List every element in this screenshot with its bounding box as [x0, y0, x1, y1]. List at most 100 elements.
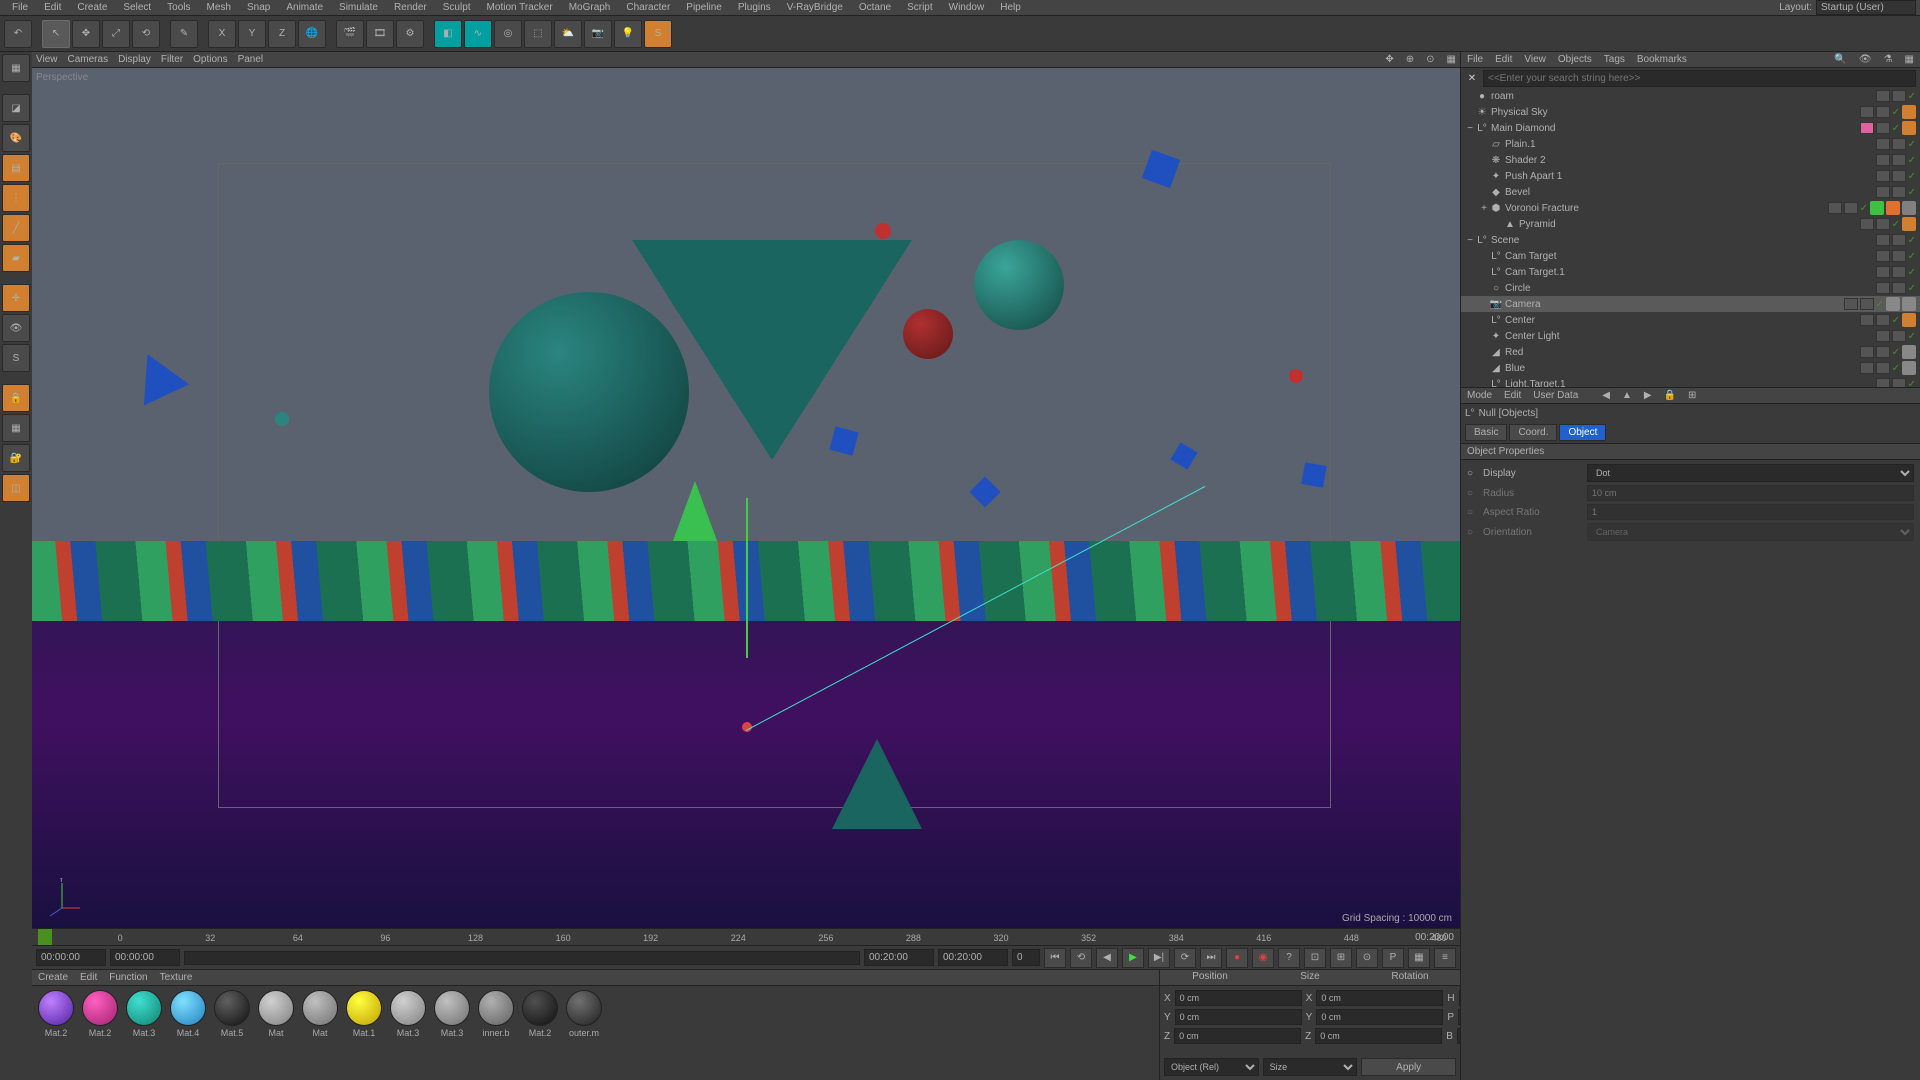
attr-tab-coord[interactable]: Coord. [1509, 424, 1557, 441]
render-toggle[interactable] [1892, 90, 1906, 102]
axis-mode[interactable]: ✛ [2, 284, 30, 312]
attr-back-icon[interactable]: ◀ [1602, 390, 1610, 401]
recent-tool[interactable]: ✎ [170, 20, 198, 48]
viewport-layout-icon[interactable]: ▦ [1447, 54, 1456, 65]
material-menu-edit[interactable]: Edit [80, 972, 97, 983]
render-toggle[interactable] [1892, 266, 1906, 278]
om-menu-view[interactable]: View [1524, 54, 1546, 65]
menu-edit[interactable]: Edit [36, 2, 69, 13]
object-tag-icon[interactable] [1902, 345, 1916, 359]
viewport[interactable]: Perspective [32, 68, 1460, 928]
render-toggle[interactable] [1876, 314, 1890, 326]
tree-row[interactable]: ◢Red✓ [1461, 344, 1920, 360]
anim-dot-icon[interactable]: ○ [1467, 507, 1479, 518]
menu-simulate[interactable]: Simulate [331, 2, 386, 13]
pos-y-field[interactable] [1175, 1009, 1302, 1025]
select-tool[interactable]: ↖ [42, 20, 70, 48]
menu-mesh[interactable]: Mesh [199, 2, 239, 13]
step-fwd-key-button[interactable]: ⟳ [1174, 948, 1196, 968]
visibility-toggle[interactable] [1876, 138, 1890, 150]
material-item[interactable]: Mat [300, 990, 340, 1038]
enable-check-icon[interactable]: ✓ [1892, 123, 1900, 134]
object-tag-icon[interactable] [1902, 201, 1916, 215]
om-menu-file[interactable]: File [1467, 54, 1483, 65]
anim-dot-icon[interactable]: ○ [1467, 468, 1479, 479]
object-tag-icon[interactable] [1902, 105, 1916, 119]
object-tag-icon[interactable] [1886, 297, 1900, 311]
attr-tab-basic[interactable]: Basic [1465, 424, 1507, 441]
anim-dot-icon[interactable]: ○ [1467, 488, 1479, 499]
enable-check-icon[interactable]: ✓ [1892, 315, 1900, 326]
material-item[interactable]: outer.m [564, 990, 604, 1038]
locked-mode[interactable]: 🔐 [2, 444, 30, 472]
axis-y-lock[interactable]: Y [238, 20, 266, 48]
add-deformer[interactable]: ⬚ [524, 20, 552, 48]
viewport-pan-icon[interactable]: ⊕ [1406, 54, 1414, 65]
menu-help[interactable]: Help [992, 2, 1029, 13]
add-cube[interactable]: ◧ [434, 20, 462, 48]
visibility-toggle[interactable] [1860, 362, 1874, 374]
tree-row[interactable]: ●roam✓ [1461, 88, 1920, 104]
make-editable[interactable]: ▦ [2, 54, 30, 82]
tree-expand-icon[interactable]: − [1465, 123, 1475, 134]
step-back-key-button[interactable]: ⟲ [1070, 948, 1092, 968]
attr-new-icon[interactable]: ⊞ [1688, 390, 1696, 401]
material-item[interactable]: Mat.2 [36, 990, 76, 1038]
object-name[interactable]: Center Light [1505, 331, 1874, 342]
tree-row[interactable]: −L°Scene✓ [1461, 232, 1920, 248]
material-item[interactable]: inner.b [476, 990, 516, 1038]
menu-window[interactable]: Window [941, 2, 993, 13]
step-fwd-button[interactable]: ▶| [1148, 948, 1170, 968]
object-tag-icon[interactable] [1886, 201, 1900, 215]
om-menu-bookmarks[interactable]: Bookmarks [1637, 54, 1687, 65]
menu-pipeline[interactable]: Pipeline [678, 2, 730, 13]
tree-row[interactable]: L°Cam Target.1✓ [1461, 264, 1920, 280]
snap-toggle[interactable]: S [2, 344, 30, 372]
material-item[interactable]: Mat.4 [168, 990, 208, 1038]
object-tree[interactable]: ●roam✓☀Physical Sky✓−L°Main Diamond✓▱Pla… [1461, 88, 1920, 388]
render-toggle[interactable] [1876, 362, 1890, 374]
tree-row[interactable]: ▱Plain.1✓ [1461, 136, 1920, 152]
om-menu-objects[interactable]: Objects [1558, 54, 1592, 65]
object-name[interactable]: Main Diamond [1491, 123, 1858, 134]
timeline-ruler[interactable]: 0326496128160192224256288320352384416448… [32, 928, 1460, 946]
enable-check-icon[interactable]: ✓ [1892, 363, 1900, 374]
enable-check-icon[interactable]: ✓ [1908, 267, 1916, 278]
render-toggle[interactable] [1892, 250, 1906, 262]
render-toggle[interactable] [1876, 218, 1890, 230]
render-toggle[interactable] [1892, 138, 1906, 150]
enable-check-icon[interactable]: ✓ [1908, 331, 1916, 342]
visibility-toggle[interactable] [1876, 282, 1890, 294]
add-generator[interactable]: ◎ [494, 20, 522, 48]
view-menu-view[interactable]: View [36, 54, 58, 65]
menu-motion-tracker[interactable]: Motion Tracker [479, 2, 561, 13]
material-item[interactable]: Mat.2 [80, 990, 120, 1038]
viewport-nav-icon[interactable]: ✥ [1385, 54, 1393, 65]
enable-check-icon[interactable]: ✓ [1892, 347, 1900, 358]
menu-sculpt[interactable]: Sculpt [435, 2, 479, 13]
octane-button[interactable]: S [644, 20, 672, 48]
viewport-zoom-icon[interactable]: ⊙ [1426, 54, 1434, 65]
add-spline[interactable]: ∿ [464, 20, 492, 48]
time-right-field[interactable] [864, 949, 934, 966]
axis-x-lock[interactable]: X [208, 20, 236, 48]
size-y-field[interactable] [1316, 1009, 1443, 1025]
record-button[interactable]: ● [1226, 948, 1248, 968]
enable-check-icon[interactable]: ✓ [1908, 283, 1916, 294]
enable-check-icon[interactable]: ✓ [1908, 251, 1916, 262]
render-pv[interactable]: 🎞 [366, 20, 394, 48]
view-menu-panel[interactable]: Panel [238, 54, 264, 65]
tree-row[interactable]: 📷Camera✓ [1461, 296, 1920, 312]
object-tag-icon[interactable] [1902, 361, 1916, 375]
object-name[interactable]: Pyramid [1519, 219, 1858, 230]
enable-check-icon[interactable]: ✓ [1908, 171, 1916, 182]
om-menu-tags[interactable]: Tags [1604, 54, 1625, 65]
render-toggle[interactable] [1876, 106, 1890, 118]
view-menu-options[interactable]: Options [193, 54, 227, 65]
render-toggle[interactable] [1892, 330, 1906, 342]
render-settings[interactable]: ⚙ [396, 20, 424, 48]
key-param-button[interactable]: P [1382, 948, 1404, 968]
time-left-field[interactable] [110, 949, 180, 966]
om-menu-edit[interactable]: Edit [1495, 54, 1512, 65]
object-name[interactable]: Red [1505, 347, 1858, 358]
